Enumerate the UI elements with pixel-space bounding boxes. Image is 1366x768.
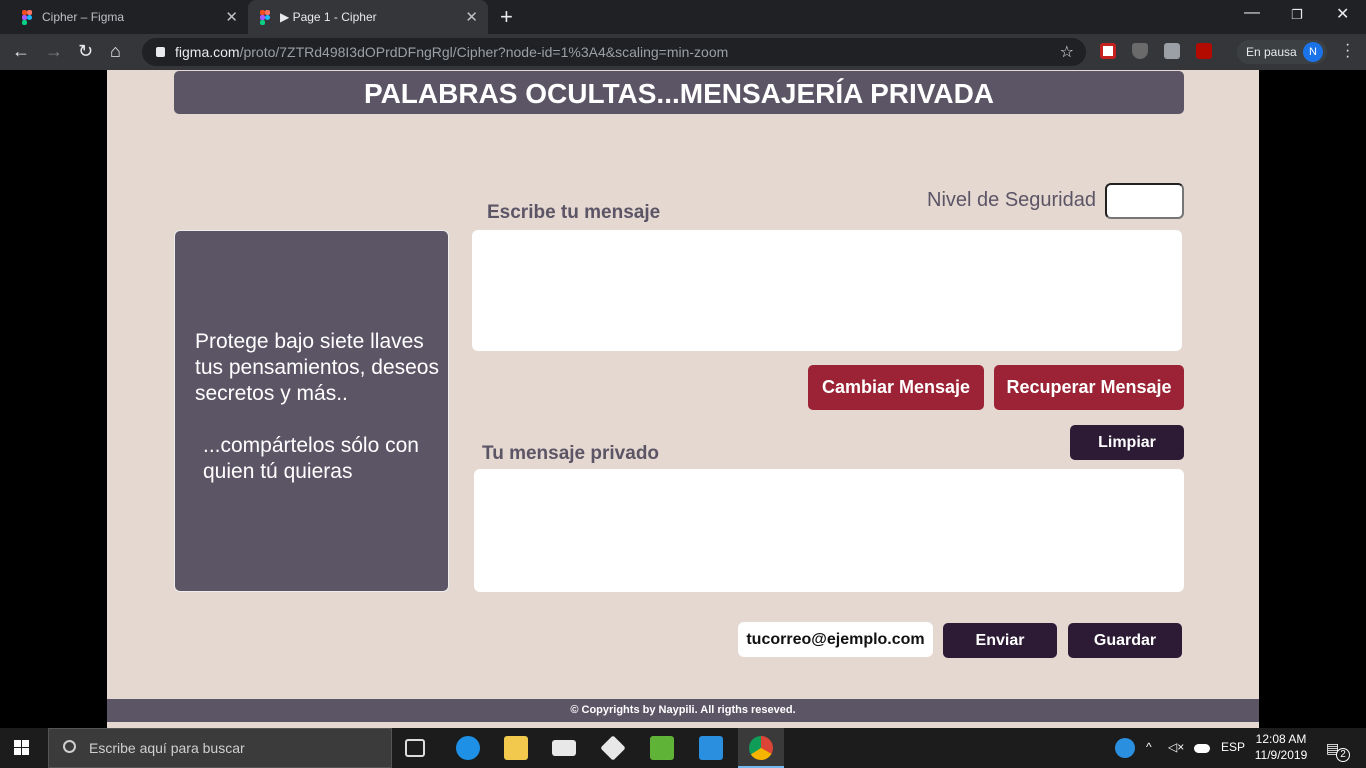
url-host: figma.com [175, 44, 240, 60]
chrome-icon [749, 736, 773, 760]
info-text-2: ...compártelos sólo con quien tú quieras [203, 434, 419, 483]
notification-count: 2 [1336, 748, 1350, 762]
minimize-icon[interactable]: — [1244, 4, 1260, 22]
info-text-1: Protege bajo siete llaves tus pensamient… [195, 330, 439, 405]
clock-time: 12:08 AM [1255, 732, 1307, 746]
change-message-button[interactable]: Cambiar Mensaje [808, 365, 984, 410]
browser-tab-strip: Cipher – Figma ✕ ▶ Page 1 - Cipher ✕ + —… [0, 0, 1366, 34]
profile-status: En pausa [1246, 45, 1297, 59]
task-view-icon[interactable] [405, 739, 425, 757]
info-panel: Protege bajo siete llaves tus pensamient… [174, 230, 449, 592]
figma-icon [22, 9, 32, 25]
clock-date: 11/9/2019 [1254, 748, 1308, 762]
menu-icon[interactable]: · · · [1345, 37, 1350, 65]
security-level-label: Nivel de Seguridad [927, 189, 1096, 211]
dropbox-icon[interactable] [600, 735, 626, 761]
help-icon[interactable] [1115, 738, 1135, 758]
edge-icon[interactable] [456, 736, 480, 760]
windows-taskbar: Escribe aquí para buscar ^ ◁× ESP 12:08 … [0, 728, 1366, 768]
lock-icon [156, 47, 165, 57]
tab-title: ▶ Page 1 - Cipher [280, 10, 377, 24]
new-tab-icon[interactable]: + [500, 4, 513, 30]
close-tab-icon[interactable]: ✕ [465, 8, 478, 26]
url-path: /proto/7ZTRd498I3dOPrdDFngRgl/Cipher?nod… [239, 44, 729, 60]
shield-extension-icon[interactable] [1132, 43, 1148, 59]
email-field[interactable]: tucorreo@ejemplo.com [738, 622, 933, 657]
volume-mute-icon[interactable]: ◁× [1168, 740, 1184, 754]
tab-title: Cipher – Figma [42, 10, 125, 24]
close-tab-icon[interactable]: ✕ [225, 8, 238, 26]
windows-start-icon[interactable] [14, 740, 30, 756]
browser-toolbar: ← → ↻ ⌂ figma.com /proto/7ZTRd498I3dOPrd… [0, 34, 1366, 70]
restore-icon[interactable]: ❐ [1291, 7, 1303, 23]
tab-page1-cipher[interactable]: ▶ Page 1 - Cipher ✕ [248, 0, 488, 34]
clear-button[interactable]: Limpiar [1070, 425, 1184, 460]
onedrive-icon[interactable] [1194, 744, 1210, 753]
home-icon[interactable]: ⌂ [110, 41, 121, 62]
search-icon [63, 740, 76, 753]
extension-icon[interactable] [1100, 43, 1116, 59]
tab-cipher-figma[interactable]: Cipher – Figma ✕ [0, 0, 248, 34]
page-viewport: PALABRAS OCULTAS...MENSAJERÍA PRIVADA Ni… [0, 70, 1366, 728]
security-level-input[interactable] [1105, 183, 1184, 219]
cipher-frame: PALABRAS OCULTAS...MENSAJERÍA PRIVADA Ni… [107, 70, 1259, 728]
send-button[interactable]: Enviar [943, 623, 1057, 658]
figma-icon [260, 9, 270, 25]
private-message-label: Tu mensaje privado [482, 443, 660, 464]
message-input[interactable] [472, 230, 1182, 351]
pdf-extension-icon[interactable] [1196, 43, 1212, 59]
private-message-output[interactable] [474, 469, 1184, 592]
write-message-label: Escribe tu mensaje [487, 202, 661, 223]
address-bar[interactable]: figma.com /proto/7ZTRd498I3dOPrdDFngRgl/… [142, 38, 1086, 66]
bookmark-star-icon[interactable]: ☆ [1060, 42, 1074, 62]
avatar: N [1303, 42, 1323, 62]
recover-message-button[interactable]: Recuperar Mensaje [994, 365, 1184, 410]
search-placeholder: Escribe aquí para buscar [89, 740, 245, 756]
reload-icon[interactable]: ↻ [78, 41, 93, 62]
chrome-taskbar-button[interactable] [738, 728, 784, 768]
mail-icon[interactable] [552, 740, 576, 756]
vscode-icon[interactable] [699, 736, 723, 760]
language-indicator[interactable]: ESP [1221, 740, 1245, 754]
forward-icon[interactable]: → [45, 41, 63, 62]
profile-button[interactable]: En pausa N [1237, 40, 1327, 64]
file-explorer-icon[interactable] [504, 736, 528, 760]
footer-copyright: © Copyrights by Naypili. All rigths rese… [107, 699, 1259, 722]
clock[interactable]: 12:08 AM 11/9/2019 [1250, 731, 1312, 763]
app-icon[interactable] [650, 736, 674, 760]
taskbar-search-input[interactable]: Escribe aquí para buscar [48, 728, 392, 768]
extension-icon[interactable] [1164, 43, 1180, 59]
close-window-icon[interactable]: ✕ [1336, 4, 1349, 24]
chevron-up-icon[interactable]: ^ [1146, 740, 1152, 754]
page-title: PALABRAS OCULTAS...MENSAJERÍA PRIVADA [174, 71, 1184, 114]
save-button[interactable]: Guardar [1068, 623, 1182, 658]
back-icon[interactable]: ← [12, 41, 30, 62]
